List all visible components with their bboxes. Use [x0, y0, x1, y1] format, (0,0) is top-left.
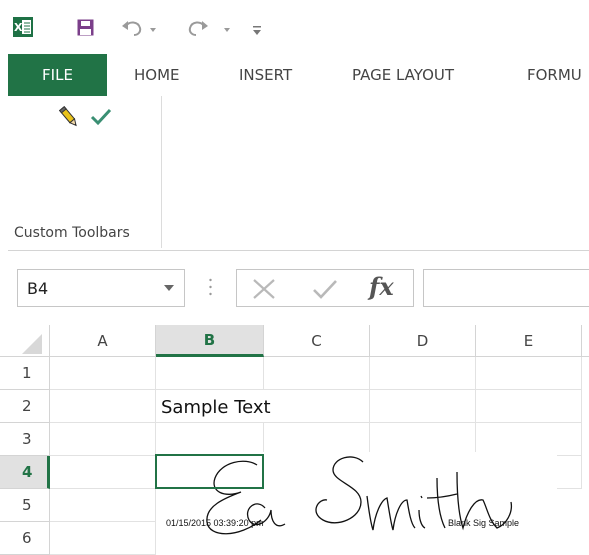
svg-text:X: X: [14, 21, 23, 34]
tab-home[interactable]: HOME: [134, 54, 180, 96]
tab-page-layout[interactable]: PAGE LAYOUT: [352, 54, 454, 96]
tab-formulas[interactable]: FORMU: [527, 54, 582, 96]
enter-icon[interactable]: [312, 278, 338, 300]
grip-icon[interactable]: [209, 277, 212, 297]
select-all-corner[interactable]: [0, 325, 50, 357]
cell[interactable]: [50, 423, 156, 456]
cancel-icon[interactable]: [252, 278, 276, 300]
signature-timestamp: 01/15/2015 03:39:20 pm: [166, 518, 264, 528]
chevron-down-icon[interactable]: [164, 285, 174, 291]
row-header-5[interactable]: 5: [0, 489, 50, 522]
cell[interactable]: [370, 357, 476, 390]
formula-buttons: fx: [236, 269, 414, 307]
cell[interactable]: [264, 357, 370, 390]
customize-qat-icon[interactable]: [253, 26, 261, 35]
undo-dropdown-icon[interactable]: [150, 28, 156, 32]
column-header-b[interactable]: B: [156, 325, 264, 357]
worksheet-grid: A B C D E 1 2 3 4 5 6 Sample Text 01/15/…: [0, 325, 589, 555]
column-header-a[interactable]: A: [50, 325, 156, 357]
row-header-4[interactable]: 4: [0, 456, 50, 489]
excel-logo-icon: X: [13, 17, 33, 37]
name-box[interactable]: B4: [17, 269, 185, 307]
ribbon-tabs: FILE HOME INSERT PAGE LAYOUT FORMU: [0, 54, 589, 96]
row-header-1[interactable]: 1: [0, 357, 50, 390]
cell[interactable]: [50, 456, 156, 489]
column-header-e[interactable]: E: [476, 325, 582, 357]
insert-function-icon[interactable]: fx: [369, 272, 394, 301]
quick-access-toolbar: X: [0, 0, 589, 54]
pencil-icon[interactable]: [58, 104, 80, 130]
select-all-icon[interactable]: [22, 334, 42, 354]
cell[interactable]: [264, 390, 370, 423]
cell-b2-text: Sample Text: [161, 397, 271, 418]
custom-toolbars-group: Custom Toolbars: [8, 96, 162, 248]
row-header-3[interactable]: 3: [0, 423, 50, 456]
cell[interactable]: [156, 357, 264, 390]
active-cell-b4[interactable]: [155, 454, 264, 489]
cell[interactable]: [476, 357, 582, 390]
redo-dropdown-icon[interactable]: [224, 28, 230, 32]
tab-file[interactable]: FILE: [8, 54, 107, 96]
column-header-f[interactable]: [582, 325, 589, 357]
ribbon-panel: Custom Toolbars: [8, 96, 589, 251]
column-header-c[interactable]: C: [264, 325, 370, 357]
row-header-2[interactable]: 2: [0, 390, 50, 423]
cell[interactable]: [50, 489, 156, 522]
cell[interactable]: [50, 522, 156, 555]
cell[interactable]: [476, 390, 582, 423]
column-header-d[interactable]: D: [370, 325, 476, 357]
formula-input[interactable]: [423, 269, 589, 307]
undo-icon[interactable]: [121, 18, 143, 38]
cell[interactable]: [50, 357, 156, 390]
save-icon[interactable]: [77, 19, 94, 36]
cell[interactable]: [370, 390, 476, 423]
checkmark-icon[interactable]: [90, 108, 112, 126]
row-header-6[interactable]: 6: [0, 522, 50, 555]
signature-caption: Blank Sig Sample: [448, 518, 520, 528]
group-label: Custom Toolbars: [14, 225, 130, 241]
name-box-value: B4: [27, 279, 49, 298]
formula-bar: B4 fx: [0, 251, 589, 325]
redo-icon[interactable]: [187, 18, 209, 38]
cell[interactable]: [50, 390, 156, 423]
tab-insert[interactable]: INSERT: [239, 54, 292, 96]
